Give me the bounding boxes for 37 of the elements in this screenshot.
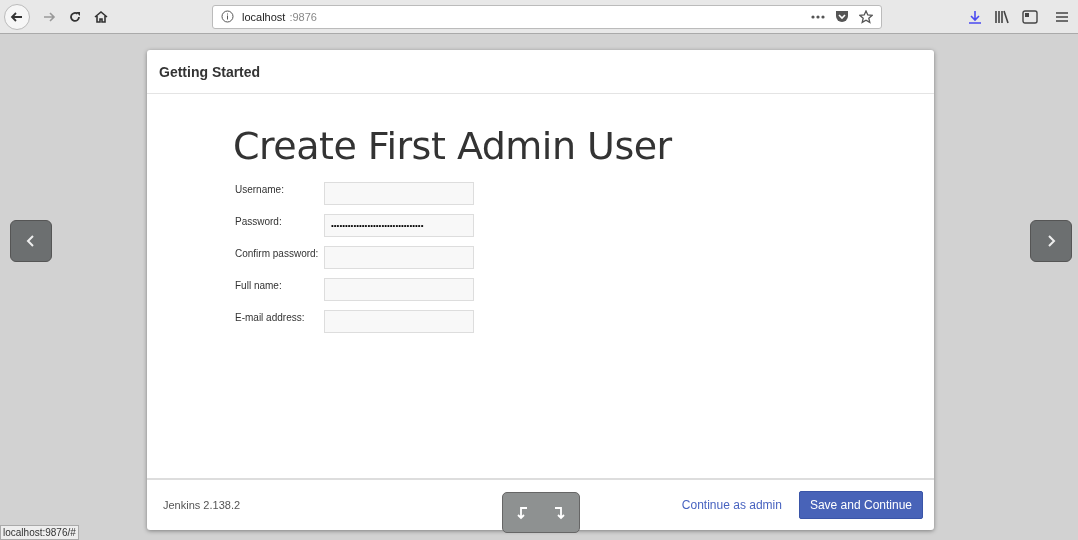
next-button[interactable] — [1030, 220, 1072, 262]
home-icon[interactable] — [94, 9, 108, 24]
input-field[interactable] — [324, 278, 474, 301]
dialog-header: Getting Started — [159, 63, 261, 80]
library-icon[interactable] — [994, 9, 1010, 24]
status-bar: localhost:9876/# — [0, 525, 79, 540]
input-field[interactable]: ••••••••••••••••••••••••••••••••• — [324, 214, 474, 237]
star-icon[interactable] — [859, 9, 873, 24]
rotate-right-icon[interactable] — [554, 505, 566, 520]
input-field[interactable] — [324, 182, 474, 205]
download-icon[interactable] — [968, 9, 982, 24]
pocket-icon[interactable] — [835, 10, 849, 23]
field-label: Username: — [234, 183, 285, 195]
input-field[interactable] — [324, 310, 474, 333]
version-text: Jenkins 2.138.2 — [163, 499, 241, 511]
info-icon[interactable] — [221, 10, 234, 23]
address-bar[interactable]: localhost :9876 — [212, 4, 882, 29]
field-label: Password: — [234, 215, 283, 227]
save-button[interactable]: Save and Continue — [798, 491, 923, 519]
chevron-left-icon — [26, 234, 36, 248]
input-field[interactable] — [324, 246, 474, 269]
field-label: Full name: — [234, 279, 283, 291]
rotate-left-icon[interactable] — [516, 505, 528, 520]
chevron-right-icon — [1046, 234, 1056, 248]
field-label: Confirm password: — [234, 247, 320, 259]
continue-link[interactable]: Continue as admin — [681, 498, 782, 512]
more-icon[interactable] — [811, 14, 825, 19]
url-host: localhost — [242, 10, 286, 23]
back-button[interactable] — [4, 3, 30, 30]
menu-icon[interactable] — [1056, 10, 1068, 23]
field-label: E-mail address: — [234, 311, 306, 323]
back-arrow-icon — [10, 9, 24, 24]
url-port: :9876 — [289, 10, 317, 23]
reload-icon[interactable] — [68, 9, 82, 24]
page-title: Create First Admin User — [233, 124, 673, 168]
previous-button[interactable] — [10, 220, 52, 262]
sidebar-icon[interactable] — [1022, 9, 1038, 24]
